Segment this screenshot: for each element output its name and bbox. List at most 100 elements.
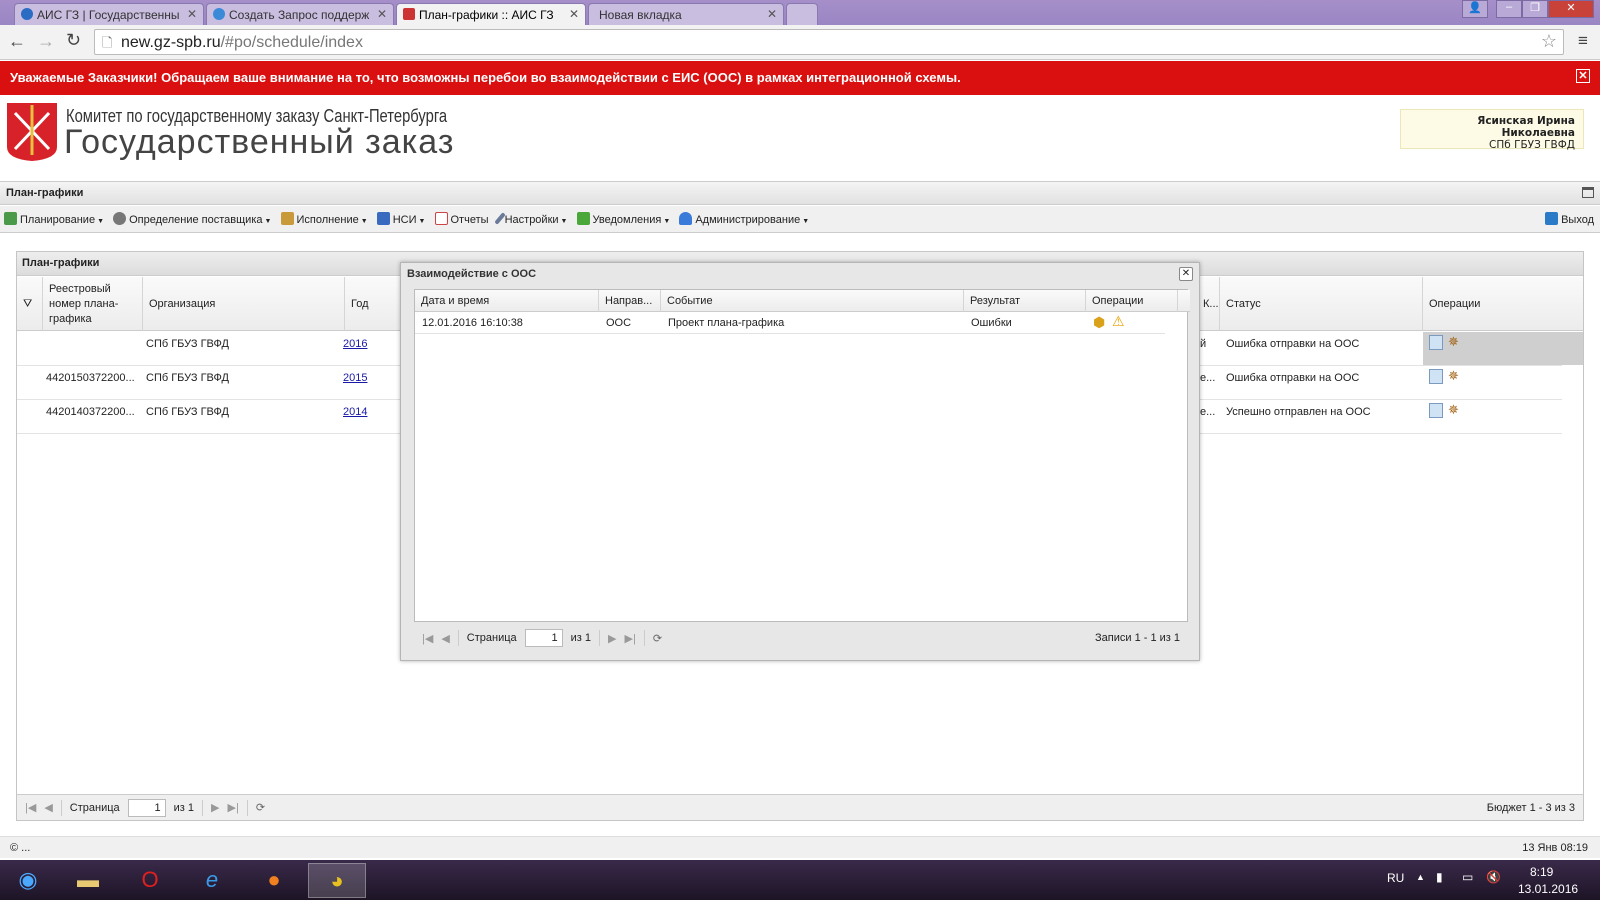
start-button[interactable]: ◉ bbox=[0, 863, 56, 898]
collapse-icon[interactable] bbox=[1582, 187, 1594, 198]
tray-expand-icon[interactable]: ▲ bbox=[1416, 872, 1425, 882]
next-page-icon[interactable]: ▶ bbox=[211, 801, 219, 814]
language-indicator[interactable]: RU bbox=[1387, 871, 1404, 885]
table-row[interactable]: 12.01.2016 16:10:38 ООС Проект плана-гра… bbox=[415, 312, 1165, 334]
first-page-icon[interactable]: |◀ bbox=[422, 632, 433, 645]
menu-supplier[interactable]: Определение поставщика ▼ bbox=[113, 212, 271, 226]
menu-planning[interactable]: Планирование ▼ bbox=[4, 212, 104, 226]
emblem-icon[interactable]: ✵ bbox=[1448, 334, 1459, 350]
main-toolbar: Планирование ▼ Определение поставщика ▼ Ис… bbox=[0, 206, 1600, 233]
close-window-button[interactable]: ✕ bbox=[1548, 0, 1594, 18]
menu-nsi[interactable]: НСИ ▼ bbox=[376, 212, 425, 226]
bookmark-star-icon[interactable]: ☆ bbox=[1541, 31, 1557, 52]
prev-page-icon[interactable]: ◀ bbox=[441, 632, 449, 645]
help-icon bbox=[213, 8, 225, 20]
column-operations[interactable]: Операции bbox=[1423, 277, 1583, 331]
back-icon[interactable]: ← bbox=[8, 31, 26, 52]
column-organization[interactable]: Организация bbox=[143, 277, 345, 331]
package-icon[interactable]: ⬢ bbox=[1093, 314, 1105, 331]
menu-administration[interactable]: Администрирование ▼ bbox=[679, 212, 809, 226]
profile-icon[interactable]: 👤 bbox=[1462, 0, 1488, 18]
gears-icon bbox=[113, 212, 127, 225]
close-dialog-icon[interactable]: ✕ bbox=[1179, 267, 1193, 281]
refresh-icon[interactable]: ⟳ bbox=[653, 632, 662, 645]
reload-icon[interactable]: ↻ bbox=[66, 30, 81, 51]
minimize-button[interactable]: – bbox=[1496, 0, 1522, 18]
explorer-icon[interactable]: ▬ bbox=[60, 863, 116, 898]
page-input[interactable]: 1 bbox=[524, 629, 563, 647]
firefox-icon[interactable]: ● bbox=[246, 863, 302, 898]
year-link[interactable]: 2015 bbox=[343, 372, 367, 384]
notice-banner: Уважаемые Заказчики! Обращаем ваше внима… bbox=[0, 61, 1600, 95]
column-truncated[interactable]: К... bbox=[1197, 277, 1220, 331]
status-datetime: 13 Янв 08:19 bbox=[1522, 842, 1588, 854]
forward-icon[interactable]: → bbox=[37, 31, 55, 52]
site-header: Комитет по государственному заказу Санкт… bbox=[0, 97, 1600, 179]
menu-reports[interactable]: Отчеты bbox=[434, 212, 489, 226]
opera-icon[interactable]: O bbox=[122, 863, 178, 898]
section-title-bar: План-графики bbox=[0, 181, 1600, 205]
user-info[interactable]: Ясинская Ирина Николаевна СПб ГБУЗ ГВФД bbox=[1400, 109, 1584, 151]
close-banner-icon[interactable]: ✕ bbox=[1576, 69, 1590, 83]
tab-schedules[interactable]: План-графики :: АИС ГЗ ✕ bbox=[396, 3, 586, 25]
refresh-icon[interactable]: ⟳ bbox=[256, 801, 265, 814]
planning-icon bbox=[4, 212, 17, 225]
book-icon bbox=[376, 212, 390, 225]
menu-settings[interactable]: Настройки ▼ bbox=[493, 212, 567, 226]
column-result[interactable]: Результат bbox=[964, 290, 1086, 312]
emblem-icon[interactable]: ✵ bbox=[1448, 368, 1459, 384]
spb-coat-of-arms-logo bbox=[7, 103, 57, 161]
filter-icon[interactable]: ⛛ bbox=[17, 277, 43, 331]
page-input[interactable]: 1 bbox=[127, 798, 166, 817]
edit-document-icon[interactable] bbox=[1429, 335, 1443, 350]
edit-document-icon[interactable] bbox=[1429, 403, 1443, 418]
exit-icon bbox=[1545, 212, 1559, 225]
pager-summary: Бюджет 1 - 3 из 3 bbox=[1486, 801, 1575, 814]
close-tab-icon[interactable]: ✕ bbox=[377, 7, 387, 21]
power-icon[interactable]: ▮ bbox=[1436, 870, 1443, 884]
close-tab-icon[interactable]: ✕ bbox=[569, 7, 579, 21]
network-icon[interactable]: ▭ bbox=[1462, 870, 1473, 884]
dialog-pager: |◀ ◀ Страница 1 из 1 ▶ ▶| ⟳ Записи 1 - 1 из 1 bbox=[414, 625, 1188, 651]
column-direction[interactable]: Направ... bbox=[599, 290, 661, 312]
close-tab-icon[interactable]: ✕ bbox=[187, 7, 197, 21]
year-link[interactable]: 2014 bbox=[343, 406, 367, 418]
first-page-icon[interactable]: |◀ bbox=[25, 801, 36, 814]
ie-icon[interactable]: e bbox=[184, 863, 240, 898]
windows-taskbar: ◉ ▬ O e ● ◕ RU ▲ ▮ ▭ 🔇 8:19 13.01.2016 bbox=[0, 860, 1600, 900]
last-page-icon[interactable]: ▶| bbox=[228, 801, 239, 814]
column-datetime[interactable]: Дата и время bbox=[415, 290, 599, 312]
logo-title: Государственный заказ bbox=[64, 123, 455, 161]
tab-new[interactable]: Новая вкладка ✕ bbox=[588, 3, 784, 25]
last-page-icon[interactable]: ▶| bbox=[625, 632, 636, 645]
next-page-icon[interactable]: ▶ bbox=[608, 632, 616, 645]
clock-date[interactable]: 13.01.2016 bbox=[1518, 882, 1578, 896]
menu-icon[interactable]: ≡ bbox=[1578, 31, 1588, 51]
tab-support-request[interactable]: Создать Запрос поддерж ✕ bbox=[206, 3, 394, 25]
browser-tab-bar: АИС ГЗ | Государственны ✕ Создать Запрос … bbox=[0, 0, 1600, 25]
grid-pager: |◀ ◀ Страница 1 из 1 ▶ ▶| ⟳ Бюджет 1 - 3 из 3 bbox=[17, 794, 1583, 820]
prev-page-icon[interactable]: ◀ bbox=[44, 801, 52, 814]
warning-icon[interactable]: ⚠ bbox=[1112, 313, 1125, 330]
column-event[interactable]: Событие bbox=[661, 290, 964, 312]
documents-icon bbox=[280, 212, 294, 225]
emblem-icon[interactable]: ✵ bbox=[1448, 402, 1459, 418]
maximize-button[interactable]: ❐ bbox=[1522, 0, 1548, 18]
chrome-icon[interactable]: ◕ bbox=[308, 863, 366, 898]
column-status[interactable]: Статус bbox=[1220, 277, 1423, 331]
edit-document-icon[interactable] bbox=[1429, 369, 1443, 384]
clock-time[interactable]: 8:19 bbox=[1530, 865, 1553, 879]
exit-button[interactable]: Выход bbox=[1545, 212, 1594, 226]
column-reg-number[interactable]: Реестровый номер плана-графика bbox=[43, 277, 143, 331]
url-input[interactable]: 🗋 new.gz-spb.ru/#po/schedule/index ☆ bbox=[94, 29, 1564, 55]
year-link[interactable]: 2016 bbox=[343, 338, 367, 350]
column-operations[interactable]: Операции bbox=[1086, 290, 1178, 312]
menu-execution[interactable]: Исполнение ▼ bbox=[280, 212, 368, 226]
status-bar: © ... 13 Янв 08:19 bbox=[0, 836, 1600, 858]
tab-ais-gz[interactable]: АИС ГЗ | Государственны ✕ bbox=[14, 3, 204, 25]
column-year[interactable]: Год bbox=[345, 277, 405, 331]
close-tab-icon[interactable]: ✕ bbox=[767, 7, 777, 21]
volume-muted-icon[interactable]: 🔇 bbox=[1486, 870, 1501, 884]
new-tab-button[interactable] bbox=[786, 3, 818, 25]
menu-notifications[interactable]: Уведомления ▼ bbox=[576, 212, 670, 226]
